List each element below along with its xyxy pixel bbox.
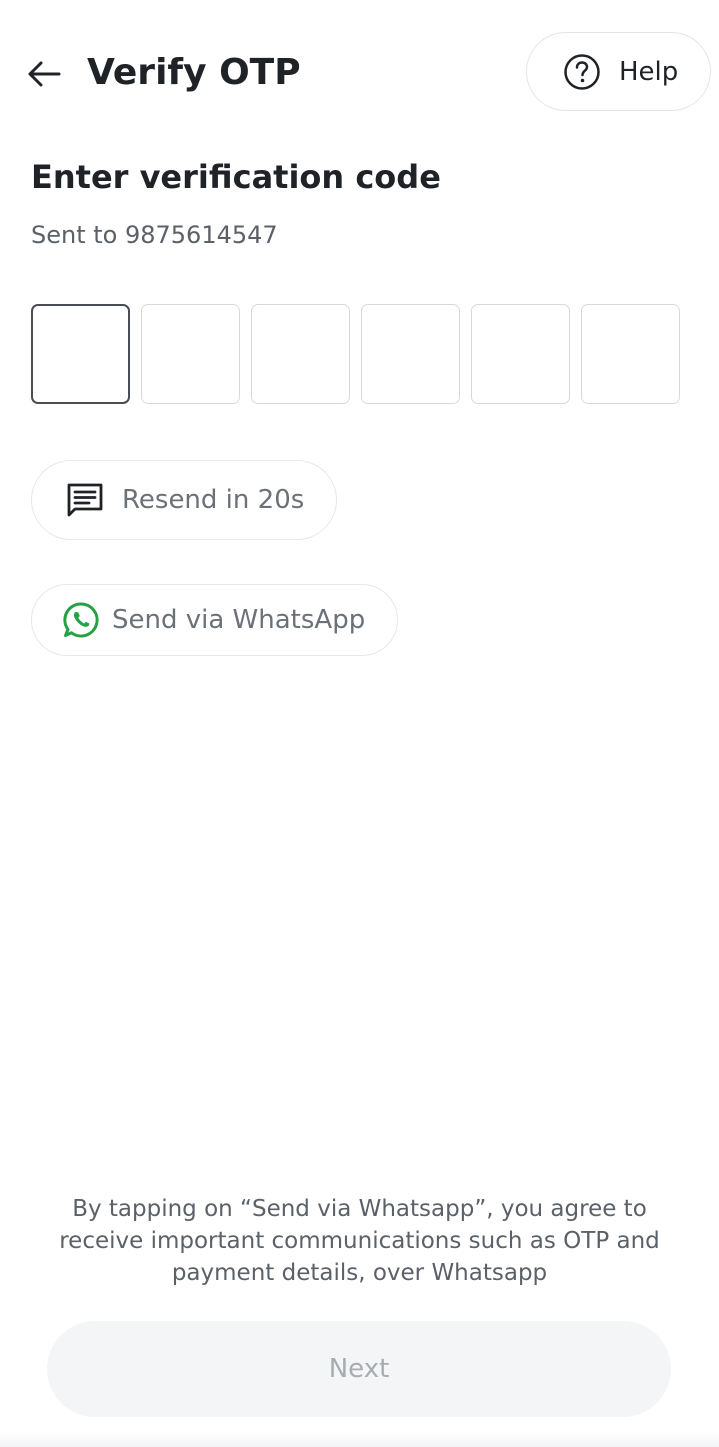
arrow-left-icon xyxy=(28,61,61,87)
otp-digit-4[interactable] xyxy=(361,304,460,404)
next-button[interactable]: Next xyxy=(47,1321,671,1417)
otp-input-group xyxy=(31,304,680,404)
section-heading: Enter verification code xyxy=(31,158,441,196)
verify-otp-screen: Verify OTP Help Enter verification code … xyxy=(0,0,719,1447)
otp-digit-6[interactable] xyxy=(581,304,680,404)
whatsapp-label: Send via WhatsApp xyxy=(112,605,366,635)
whatsapp-icon xyxy=(63,602,99,638)
send-via-whatsapp-button[interactable]: Send via WhatsApp xyxy=(31,584,398,656)
whatsapp-consent-text: By tapping on “Send via Whatsapp”, you a… xyxy=(59,1196,660,1286)
help-button[interactable]: Help xyxy=(526,32,711,111)
sent-to-text: Sent to 9875614547 xyxy=(31,221,278,249)
otp-digit-1[interactable] xyxy=(31,304,130,404)
otp-digit-2[interactable] xyxy=(141,304,240,404)
bottom-divider xyxy=(0,1432,719,1447)
resend-button[interactable]: Resend in 20s xyxy=(31,460,337,540)
question-circle-icon xyxy=(564,53,600,90)
otp-digit-3[interactable] xyxy=(251,304,350,404)
back-button[interactable] xyxy=(22,52,66,96)
page-title: Verify OTP xyxy=(87,52,301,93)
help-label: Help xyxy=(619,56,679,87)
resend-label: Resend in 20s xyxy=(122,485,305,515)
otp-digit-5[interactable] xyxy=(471,304,570,404)
message-icon xyxy=(67,483,103,517)
